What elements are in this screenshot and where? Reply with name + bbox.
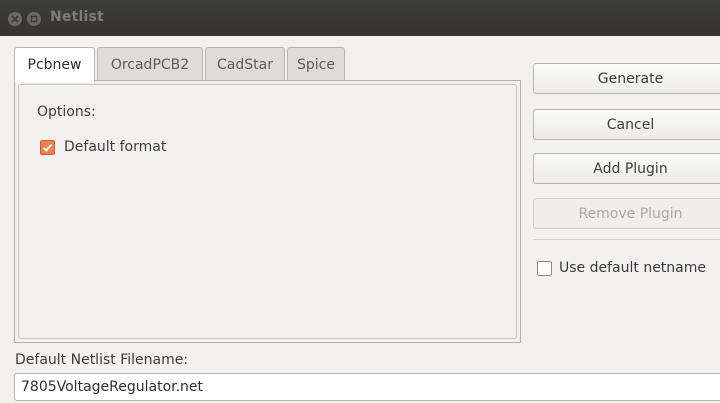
remove-plugin-button[interactable]: Remove Plugin [533, 198, 720, 229]
remove-plugin-button-label: Remove Plugin [578, 205, 683, 222]
filename-input[interactable] [14, 373, 720, 401]
use-default-netname-label[interactable]: Use default netname [559, 260, 706, 276]
generate-button-label: Generate [597, 70, 664, 87]
generate-button[interactable]: Generate [533, 63, 720, 94]
tab-spice[interactable]: Spice [287, 47, 345, 81]
use-default-netname-checkbox[interactable] [537, 261, 552, 276]
tab-orcadpcb2[interactable]: OrcadPCB2 [97, 47, 203, 81]
tab-pcbnew[interactable]: Pcbnew [14, 47, 95, 82]
default-format-checkbox[interactable] [40, 140, 55, 155]
cancel-button[interactable]: Cancel [533, 109, 720, 140]
tab-label: Spice [297, 56, 335, 73]
separator [533, 239, 720, 240]
window-title: Netlist [50, 9, 104, 25]
cancel-button-label: Cancel [606, 116, 655, 133]
tab-label: Pcbnew [27, 57, 82, 73]
tab-label: CadStar [217, 56, 273, 73]
title-bar: Netlist [0, 0, 720, 36]
tab-cadstar[interactable]: CadStar [205, 47, 285, 81]
filename-label: Default Netlist Filename: [15, 352, 189, 368]
options-group [18, 84, 517, 339]
add-plugin-button-label: Add Plugin [593, 160, 668, 177]
default-format-label[interactable]: Default format [64, 139, 166, 155]
minimize-icon[interactable] [27, 12, 41, 26]
tab-label: OrcadPCB2 [110, 56, 190, 73]
checkmark-icon [42, 143, 53, 152]
close-icon[interactable] [8, 12, 22, 26]
add-plugin-button[interactable]: Add Plugin [533, 153, 720, 184]
options-heading: Options: [37, 104, 96, 120]
